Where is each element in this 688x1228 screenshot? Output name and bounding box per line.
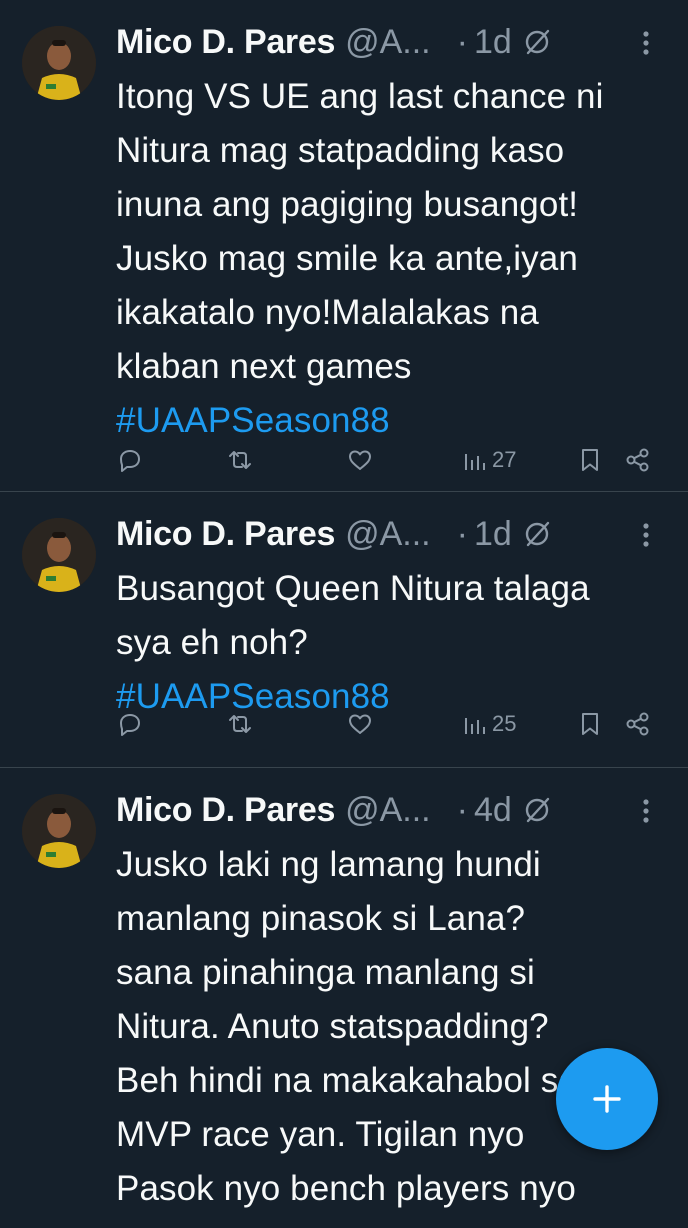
action-bar: 25: [116, 704, 668, 744]
retweet-button[interactable]: [226, 440, 254, 480]
profile-photo: [22, 26, 96, 100]
bookmark-button[interactable]: [576, 440, 604, 480]
retweet-icon: [229, 715, 251, 733]
tweet-text-line: Busangot Queen Nitura talaga: [116, 569, 590, 608]
tweet[interactable]: Mico D. Pares @A... · 1d Busangot Queen …: [0, 492, 688, 768]
like-button[interactable]: [346, 440, 374, 480]
tweet-header: Mico D. Pares @A... · 4d: [116, 788, 668, 832]
author-name[interactable]: Mico D. Pares: [116, 791, 335, 830]
more-vertical-icon[interactable]: [634, 518, 658, 552]
separator-dot: ·: [456, 790, 468, 829]
retweet-button[interactable]: [226, 704, 254, 744]
tweet-text-line: manlang pinasok si Lana?: [116, 899, 526, 938]
reply-button[interactable]: [116, 440, 144, 480]
author-name[interactable]: Mico D. Pares: [116, 515, 335, 554]
profile-photo: [22, 518, 96, 592]
tweet[interactable]: Mico D. Pares @A... · 4d Jusko laki ng l…: [0, 768, 688, 1228]
author-handle[interactable]: @A...: [345, 791, 431, 830]
action-bar: 27: [116, 440, 668, 480]
separator-dot: ·: [456, 22, 468, 61]
profile-photo: [22, 794, 96, 868]
tweet-text-line: Pasok nyo bench players nyo: [116, 1169, 576, 1208]
share-button[interactable]: [624, 704, 652, 744]
views-count: 25: [492, 711, 517, 736]
tweet-text-line: klaban next games: [116, 347, 412, 386]
tweet-text-line: Nitura mag statpadding kaso: [116, 131, 565, 170]
grok-icon[interactable]: [522, 795, 552, 825]
views-count: 27: [492, 447, 517, 472]
timestamp[interactable]: 1d: [474, 515, 512, 554]
bookmark-icon: [582, 449, 598, 471]
grok-icon[interactable]: [522, 519, 552, 549]
views-icon: [465, 718, 485, 734]
tweet-header: Mico D. Pares @A... · 1d: [116, 20, 668, 64]
more-vertical-icon[interactable]: [634, 794, 658, 828]
tweet-text-line: inuna ang pagiging busangot!: [116, 185, 579, 224]
retweet-icon: [229, 451, 251, 469]
views-button[interactable]: 25: [460, 704, 516, 744]
avatar[interactable]: [22, 26, 96, 100]
avatar[interactable]: [22, 518, 96, 592]
compose-button[interactable]: [556, 1048, 658, 1150]
reply-icon: [120, 714, 140, 736]
tweet-text: Itong VS UE ang last chance ni Nitura ma…: [116, 70, 670, 448]
share-icon: [626, 448, 649, 472]
bookmark-icon: [582, 713, 598, 735]
avatar[interactable]: [22, 794, 96, 868]
heart-icon: [349, 450, 371, 470]
tweet-text-line: Nitura. Anuto statspadding?: [116, 1007, 549, 1046]
reply-button[interactable]: [116, 704, 144, 744]
plus-icon: [593, 1085, 621, 1113]
views-button[interactable]: 27: [460, 440, 516, 480]
tweet-text: Jusko laki ng lamang hundi manlang pinas…: [116, 838, 670, 1216]
views-icon: [465, 454, 485, 470]
grok-icon[interactable]: [522, 27, 552, 57]
tweet-header: Mico D. Pares @A... · 1d: [116, 512, 668, 556]
author-handle[interactable]: @A...: [345, 515, 431, 554]
tweet-text-line: Itong VS UE ang last chance ni: [116, 77, 604, 116]
reply-icon: [120, 450, 140, 472]
share-icon: [626, 712, 649, 736]
author-name[interactable]: Mico D. Pares: [116, 23, 335, 62]
share-button[interactable]: [624, 440, 652, 480]
heart-icon: [349, 714, 371, 734]
timestamp[interactable]: 4d: [474, 791, 512, 830]
tweet-text: Busangot Queen Nitura talaga sya eh noh?…: [116, 562, 670, 724]
author-handle[interactable]: @A...: [345, 23, 431, 62]
tweet-text-line: ikakatalo nyo!Malalakas na: [116, 293, 539, 332]
tweet-text-line: Jusko laki ng lamang hundi: [116, 845, 541, 884]
tweet[interactable]: Mico D. Pares @A... · 1d Itong VS UE ang…: [0, 0, 688, 492]
bookmark-button[interactable]: [576, 704, 604, 744]
separator-dot: ·: [456, 514, 468, 553]
like-button[interactable]: [346, 704, 374, 744]
more-vertical-icon[interactable]: [634, 26, 658, 60]
tweet-text-line: sana pinahinga manlang si: [116, 953, 535, 992]
tweet-text-line: sya eh noh?: [116, 623, 308, 662]
tweet-text-line: Jusko mag smile ka ante,iyan: [116, 239, 578, 278]
timestamp[interactable]: 1d: [474, 23, 512, 62]
